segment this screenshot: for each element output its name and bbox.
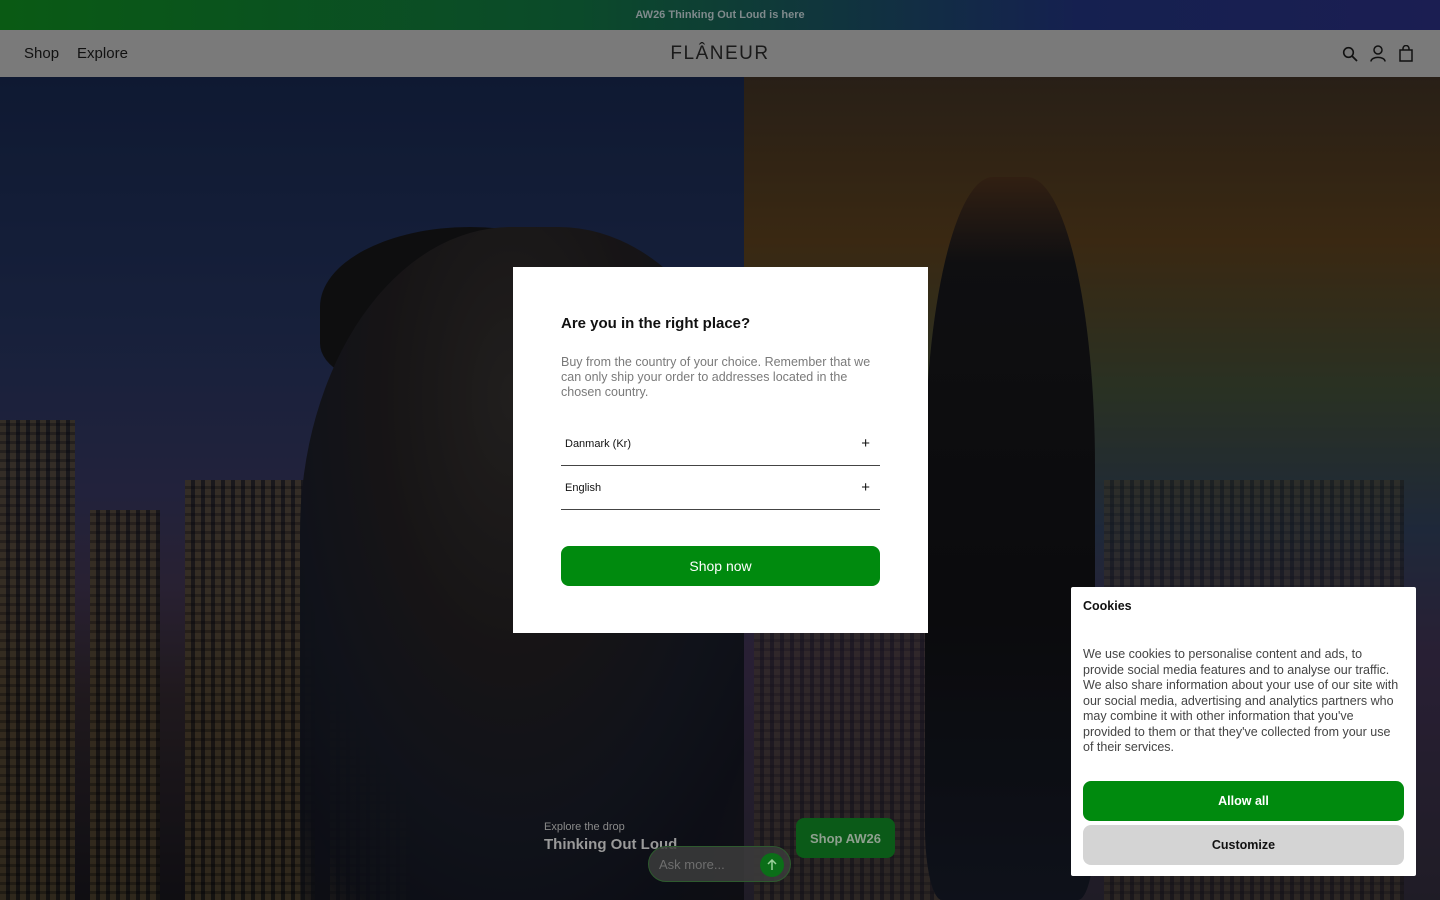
brand-logo[interactable]: FLÂNEUR xyxy=(670,43,769,65)
modal-title: Are you in the right place? xyxy=(561,315,751,332)
bag-icon[interactable] xyxy=(1398,45,1414,63)
shop-aw26-button[interactable]: Shop AW26 xyxy=(796,818,895,858)
language-select[interactable]: English + xyxy=(561,466,880,510)
allow-all-button[interactable]: Allow all xyxy=(1083,780,1404,821)
country-value: Danmark (Kr) xyxy=(565,437,632,450)
plus-icon: + xyxy=(861,435,870,452)
plus-icon: + xyxy=(861,479,870,496)
ask-more-field[interactable] xyxy=(648,846,791,882)
modal-description: Buy from the country of your choice. Rem… xyxy=(561,355,871,399)
cookie-title: Cookies xyxy=(1083,599,1132,613)
search-icon[interactable] xyxy=(1342,45,1358,63)
account-icon[interactable] xyxy=(1370,45,1386,63)
cookie-banner: Cookies We use cookies to personalise co… xyxy=(1071,587,1416,876)
main-nav: Shop Explore xyxy=(24,45,128,62)
drop-eyebrow: Explore the drop xyxy=(544,821,625,833)
send-arrow-icon[interactable] xyxy=(760,853,784,877)
language-value: English xyxy=(565,481,602,494)
site-header: Shop Explore FLÂNEUR xyxy=(0,30,1440,77)
announcement-bar[interactable]: AW26 Thinking Out Loud is here xyxy=(0,0,1440,30)
ask-more-input[interactable] xyxy=(659,856,754,872)
country-selector-modal: Are you in the right place? Buy from the… xyxy=(513,267,928,633)
cookie-text: We use cookies to personalise content an… xyxy=(1083,647,1399,754)
nav-shop[interactable]: Shop xyxy=(24,45,59,62)
customize-button[interactable]: Customize xyxy=(1083,824,1404,865)
nav-explore[interactable]: Explore xyxy=(77,45,128,62)
shop-now-button[interactable]: Shop now xyxy=(561,546,880,586)
country-select[interactable]: Danmark (Kr) + xyxy=(561,422,880,466)
header-actions xyxy=(1342,45,1414,63)
announcement-text[interactable]: AW26 Thinking Out Loud is here xyxy=(635,9,804,21)
